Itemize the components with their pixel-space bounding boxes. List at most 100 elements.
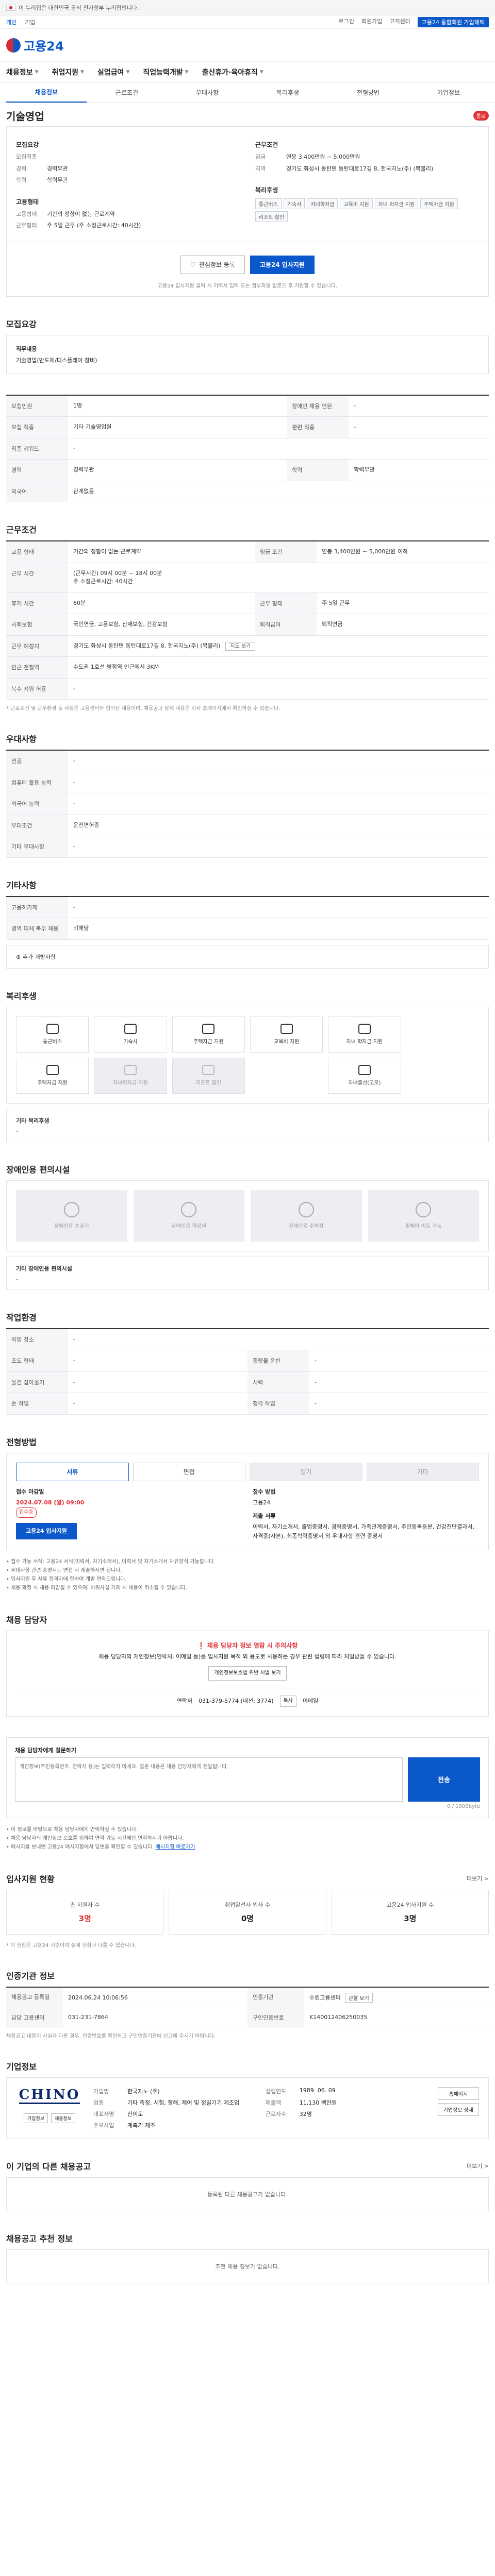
summary-recruit-heading: 모집요강 — [16, 141, 39, 148]
extra-box[interactable]: ⊕ 추가 개방사항 — [6, 944, 489, 969]
tab-company[interactable]: 기업 — [25, 18, 35, 26]
chevron-down-icon: ▼ — [185, 69, 189, 75]
facility-tile: 장애인용 주차장 — [251, 1190, 362, 1242]
process-tabs: 서류 면접 필기 기타 — [16, 1462, 479, 1481]
table-row: 복수 지원 허용 - — [6, 678, 489, 700]
table-row: 인근 전철역 수도권 1호선 병점역 인근에서 3KM — [6, 656, 489, 679]
other-jobs-section: 이 기업의 다른 채용공고 더보기 > 등록된 다른 채용공고가 없습니다. — [6, 2160, 489, 2211]
benefit-label: 주택자금 지원 — [193, 1039, 224, 1045]
manager-contact: 연락처 031-379-5774 (내선: 3774) 복사 이메일 — [16, 1687, 479, 1707]
tab-process[interactable]: 전형방법 — [328, 82, 408, 103]
preference-section: 우대사항 전공 - 컴퓨터 활용 능력 - 외국어 능력 - 우대조건 운전면허증 기타… — [6, 732, 489, 858]
table-row: 외국어 관계없음 — [6, 481, 489, 502]
table-row: 휴게 시간 60분 근무 형태 주 5일 근무 — [6, 592, 489, 614]
company-info-tab[interactable]: 기업정보 — [23, 2113, 48, 2123]
tab-company[interactable]: 기업정보 — [408, 82, 489, 103]
jurisdiction-button[interactable]: 관할 보기 — [344, 1992, 373, 2003]
tab-personal[interactable]: 개인 — [6, 18, 16, 26]
other-benefit-box: 기타 복리후생 - — [6, 1108, 489, 1142]
summary-type-heading: 고용형태 — [16, 198, 39, 206]
member-benefit-button[interactable]: 고용24 통합회원 가입혜택 — [417, 16, 489, 27]
gnb-item-training[interactable]: 직업능력개발 ▼ — [143, 67, 188, 77]
tab-interview[interactable]: 면접 — [133, 1462, 245, 1481]
benefit-tile: 교육비 지원 — [250, 1016, 323, 1053]
logo-row: 고용24 — [0, 29, 495, 62]
tab-document[interactable]: 서류 — [16, 1462, 129, 1481]
house-icon — [46, 1065, 59, 1075]
apply-note: 고용24 입사지원 클릭 시 이력서 입력 또는 첨부파일 업로드 후 지원할 … — [157, 283, 338, 289]
disabled-section: 장애인용 편의시설 장애인용 승강기 장애인용 화장실 장애인용 주차장 휠체어… — [6, 1163, 489, 1290]
more-link[interactable]: 더보기 > — [467, 2162, 489, 2170]
gnb-item-jobs[interactable]: 채용정보 ▼ — [6, 67, 38, 77]
message-input[interactable] — [15, 1757, 403, 1802]
benefit-label: 자녀출산(고모) — [348, 1080, 381, 1086]
work-table: 고용 형태 기간의 정함이 없는 근로계약 임금 조건 연봉 3,400만원 ~ 5,… — [6, 540, 489, 700]
logo[interactable]: 고용24 — [6, 36, 64, 54]
login-link[interactable]: 로그인 — [338, 17, 354, 27]
map-button[interactable]: 지도 보기 — [225, 641, 256, 651]
welfare-chip: 기숙사 — [283, 198, 305, 209]
empty-state: 등록된 다른 채용공고가 없습니다. — [6, 2177, 489, 2211]
benefit-label: 주택자금 지원 — [37, 1080, 68, 1086]
byte-counter: 0 / 1000byte — [447, 1803, 480, 1809]
gnb-item-benefit[interactable]: 실업급여 ▼ — [97, 67, 129, 77]
table-row: 물건 잡아옮기 - 시력 - — [6, 1371, 489, 1393]
work-section: 근무조건 고용 형태 기간의 정함이 없는 근로계약 임금 조건 연봉 3,400만원… — [6, 523, 489, 711]
utility-bar: 개인 기업 로그인 회원가입 고객센터 고용24 통합회원 가입혜택 — [0, 15, 495, 29]
work-note: * 근로조건 및 근무환경 등 사항은 고용센터와 협의된 내용이며, 채용공고… — [6, 706, 280, 711]
apply-button-2[interactable]: 고용24 입사지원 — [16, 1522, 77, 1539]
company-jobs-tab[interactable]: 채용정보 — [51, 2113, 76, 2123]
scrap-button[interactable]: ♡ 관심정보 등록 — [180, 255, 245, 274]
company-logo: CHINO — [19, 2087, 80, 2104]
section-tabs: 채용정보 근로조건 우대사항 복리후생 전형방법 기업정보 — [0, 82, 495, 103]
table-row: 채용공고 등록일 2024.06.24 10:06:56 — [6, 1987, 248, 2008]
company-detail-button[interactable]: 기업정보 상세 — [437, 2103, 479, 2116]
tab-recruit[interactable]: 채용정보 — [6, 82, 87, 103]
gnb-item-support[interactable]: 취업지원 ▼ — [52, 67, 84, 77]
welfare-chip: 자녀학자금 — [307, 198, 338, 209]
inbox-link[interactable]: 메시지함 바로가기 — [156, 1844, 195, 1850]
facility-tile: 장애인용 승강기 — [16, 1190, 127, 1242]
korea-flag-icon — [6, 4, 15, 11]
summary-row: 학력 학력무관 — [16, 177, 68, 183]
tab-conditions[interactable]: 근로조건 — [87, 82, 167, 103]
tab-preference[interactable]: 우대사항 — [167, 82, 248, 103]
book-icon — [280, 1024, 293, 1034]
deadline-value: 2024.07.08 (월) 09:00 — [16, 1499, 85, 1506]
more-link[interactable]: 더보기 > — [467, 1874, 489, 1883]
signup-link[interactable]: 회원가입 — [361, 17, 382, 27]
house-icon — [202, 1024, 215, 1034]
help-link[interactable]: 고객센터 — [389, 17, 410, 27]
welfare-chip: 통근버스 — [255, 198, 282, 209]
gnb-item-leave[interactable]: 출산휴가·육아휴직 ▼ — [202, 67, 263, 77]
send-button[interactable]: 전송 — [408, 1757, 480, 1802]
etc-section: 기타사항 고용허가제 - 병역 대체 복무 채용 비해당 ⊕ 추가 개방사항 — [6, 878, 489, 969]
qualification-section: 모집인원 1명 장애인 채용 인원 - 모집 직종 기타 기술영업원 관련 직종 - 직종 … — [6, 394, 489, 503]
benefit-tile: 자녀학자금 지원 — [94, 1057, 167, 1094]
company-box: CHINO 기업정보 채용정보 기업명 한국지노 (주) 설립연도 1989. 06… — [6, 2077, 489, 2139]
homepage-button[interactable]: 홈페이지 — [437, 2087, 479, 2100]
benefit-tile: 자녀출산(고모) — [328, 1057, 401, 1094]
benefit-tile: 주택자금 지원 — [16, 1057, 89, 1094]
logo-mark-icon — [6, 38, 21, 53]
table-row: 사회보험 국민연금, 고용보험, 산재보험, 건강보험 퇴직급여 퇴직연금 — [6, 614, 489, 636]
section-title: 모집요강 — [6, 319, 37, 329]
welfare-chip: 주택자금 지원 — [420, 198, 458, 209]
copy-button[interactable]: 복사 — [279, 1695, 296, 1707]
benefit-label: 통근버스 — [43, 1039, 62, 1045]
cert-note: 채용공고 내용이 사실과 다른 경우, 인증번호를 확인하고 구인인증기관에 신… — [6, 2033, 216, 2039]
tab-welfare[interactable]: 복리후생 — [248, 82, 328, 103]
tab-etc[interactable]: 기타 — [366, 1462, 479, 1481]
tab-written[interactable]: 필기 — [250, 1462, 362, 1481]
stat-card: 총 지원자 수 3명 — [6, 1889, 164, 1935]
cap-icon — [124, 1065, 137, 1075]
apply-status-section: 입사지원 현황 더보기 > 총 지원자 수 3명 취업알선자 입사 수 0명 고용24… — [6, 1872, 489, 1948]
apply-status-note: * 이 현황은 고용24 기준이며 실제 현황과 다를 수 있습니다. — [6, 1942, 136, 1948]
global-nav: 채용정보 ▼ 취업지원 ▼ 실업급여 ▼ 직업능력개발 ▼ 출산휴가·육아휴직 ▼ — [0, 62, 495, 82]
company-section: 기업정보 CHINO 기업정보 채용정보 기업명 한국지노 (주) 설립연도 198… — [6, 2060, 489, 2139]
privacy-law-button[interactable]: 개인정보보호법 위반 처벌 보기 — [208, 1666, 287, 1681]
section-title: 채용 담당자 — [6, 1615, 47, 1625]
section-title: 기타사항 — [6, 880, 37, 890]
apply-button[interactable]: 고용24 입사지원 — [250, 255, 315, 274]
table-row: 작업 장소 - — [6, 1328, 489, 1350]
